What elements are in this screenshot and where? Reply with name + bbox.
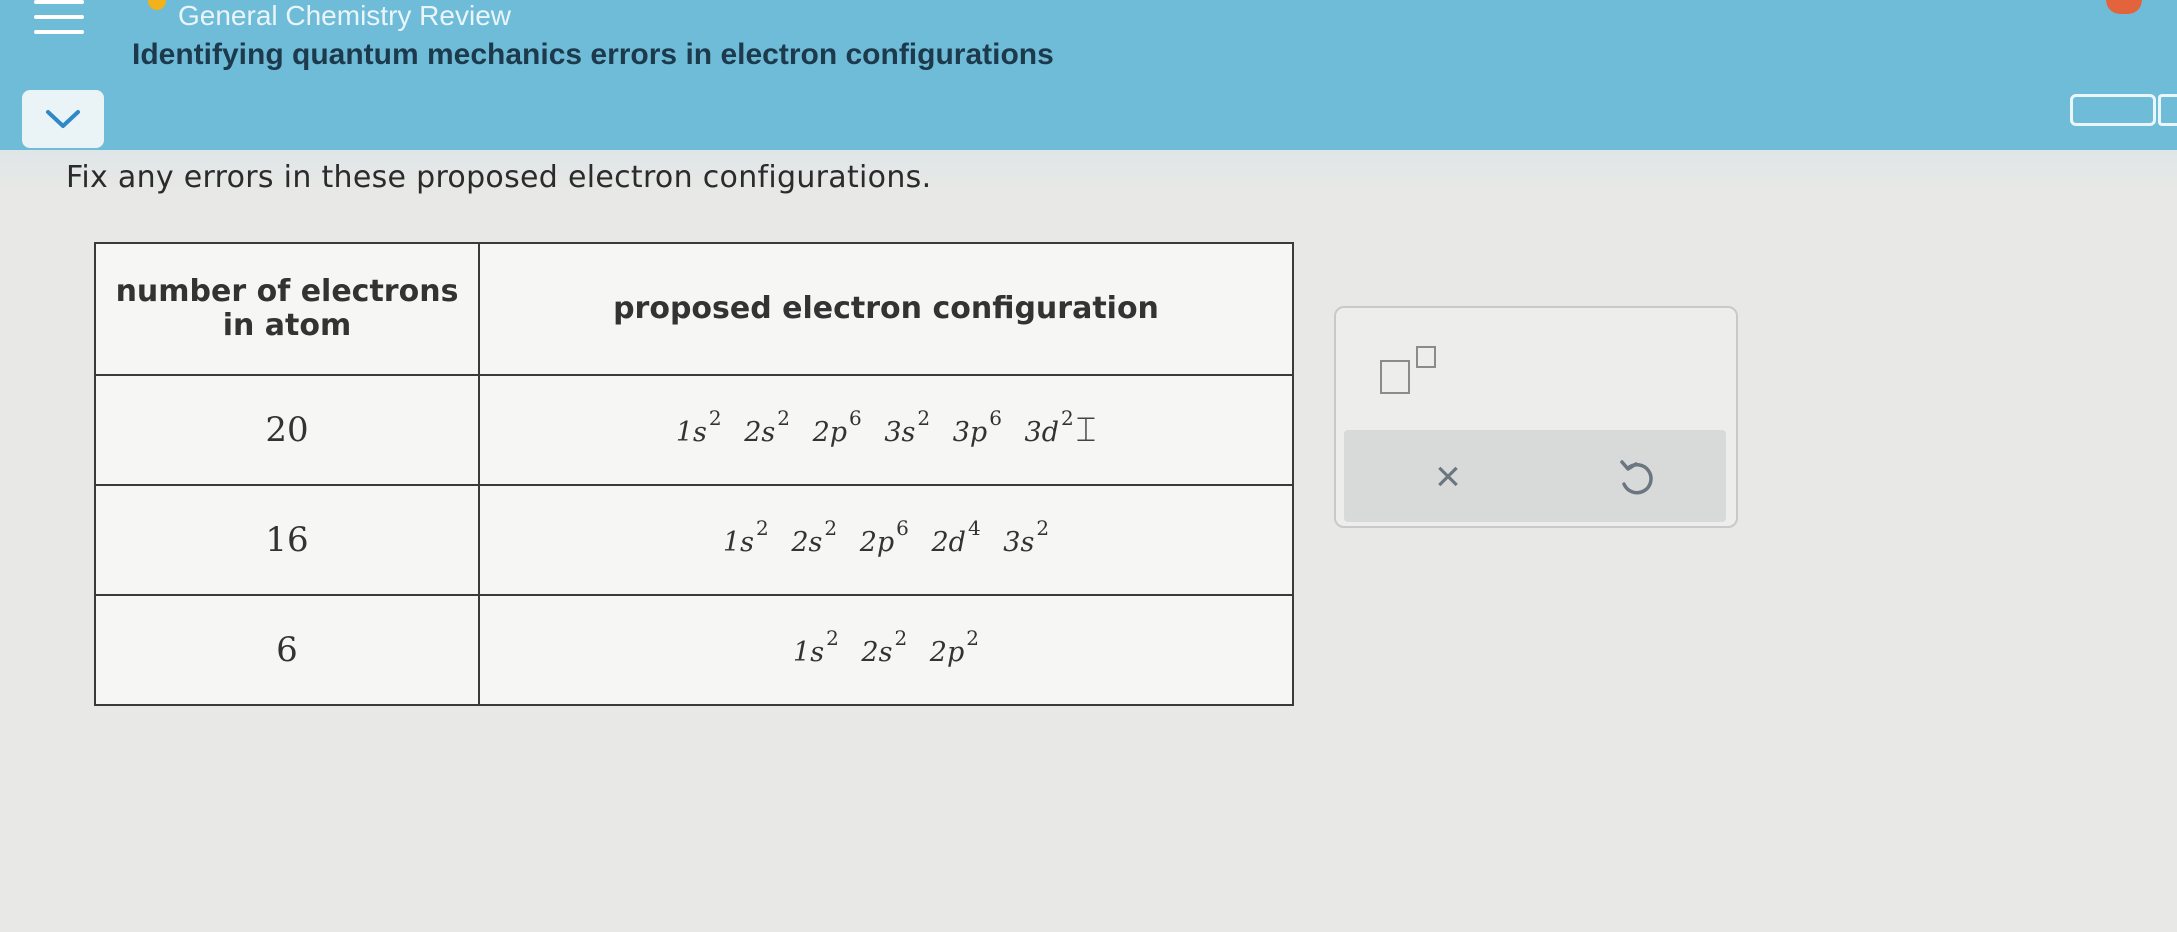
electron-count: 20 — [94, 374, 480, 486]
question-instructions: Fix any errors in these proposed electro… — [66, 160, 932, 195]
config-term: 2p 2 — [929, 626, 979, 668]
electron-count: 6 — [94, 594, 480, 706]
config-term: 3p 6 — [952, 406, 1002, 448]
config-term: 2s 2 — [861, 626, 908, 668]
configurations-table: number of electrons in atom proposed ele… — [94, 242, 1294, 706]
config-term: 2p 6 — [812, 406, 862, 448]
config-term: 3d 2 — [1024, 406, 1074, 448]
config-term: 1s 2 — [722, 516, 769, 558]
config-term: 3s 2 — [884, 406, 931, 448]
text-cursor-icon: ⌶ — [1075, 410, 1097, 450]
electron-count: 16 — [94, 484, 480, 596]
progress-indicator-next — [2158, 94, 2177, 126]
table-row: 6 1s 2 2s 2 2p 2 — [94, 594, 1294, 706]
configuration-input[interactable]: 1s 2 2s 2 2p 6 2d 4 3s 2 — [478, 484, 1294, 596]
config-term: 1s 2 — [793, 626, 839, 668]
undo-icon — [1620, 460, 1653, 495]
config-term: 2s 2 — [744, 406, 790, 448]
superscript-icon — [1380, 360, 1410, 394]
configuration-input[interactable]: 1s 2 2s 2 2p 2 — [478, 594, 1294, 706]
column-header-configuration: proposed electron configuration — [478, 242, 1294, 376]
config-term: 1s 2 — [675, 406, 722, 448]
course-title: General Chemistry Review — [178, 0, 511, 31]
clear-button[interactable]: × — [1418, 452, 1478, 502]
menu-icon[interactable] — [34, 0, 84, 38]
superscript-icon-small-box — [1416, 346, 1436, 368]
collapse-button[interactable] — [22, 90, 104, 148]
action-bar: × — [1344, 430, 1726, 522]
superscript-button[interactable] — [1380, 346, 1446, 396]
configuration-input[interactable]: 1s 2 2s 2 2p 6 3s 2 3p 6 3d 2⌶ — [478, 374, 1294, 486]
column-header-electrons: number of electrons in atom — [94, 242, 480, 376]
table-row: 20 1s 2 2s 2 2p 6 3s 2 3p 6 3d 2⌶ — [94, 374, 1294, 486]
undo-button[interactable] — [1606, 450, 1666, 506]
table-header-row: number of electrons in atom proposed ele… — [94, 242, 1294, 376]
chevron-down-icon — [46, 110, 80, 128]
config-term: 3s 2 — [1003, 516, 1050, 558]
config-term: 2p 6 — [859, 516, 909, 558]
topic-title: Identifying quantum mechanics errors in … — [132, 38, 1054, 71]
close-icon: × — [1435, 452, 1461, 501]
config-term: 2d 4 — [931, 516, 981, 558]
progress-indicator — [2070, 94, 2156, 126]
table-row: 16 1s 2 2s 2 2p 6 2d 4 3s 2 — [94, 484, 1294, 596]
math-tool-panel: × — [1334, 306, 1738, 528]
config-term: 2s 2 — [791, 516, 838, 558]
